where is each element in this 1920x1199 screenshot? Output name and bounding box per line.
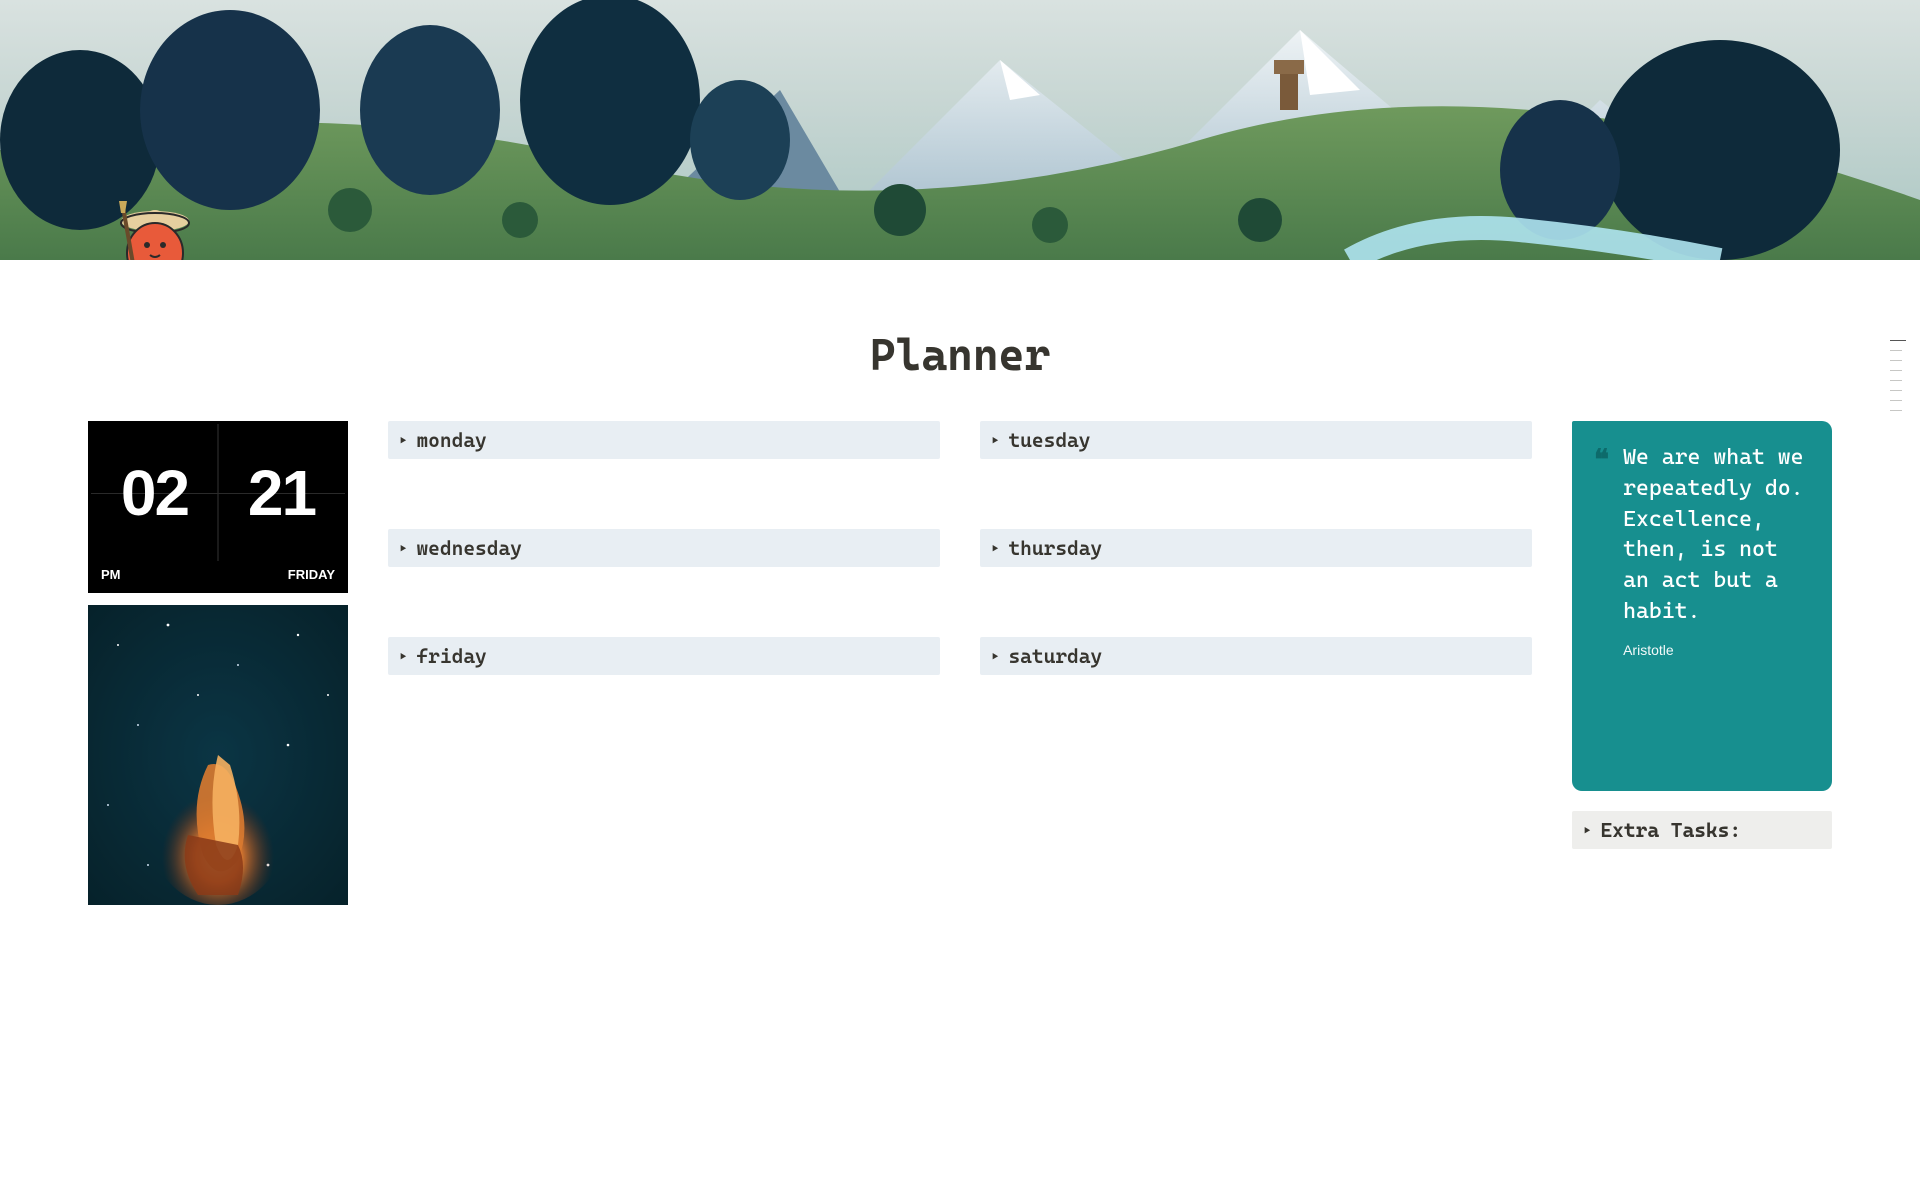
page-title: Planner (0, 330, 1920, 381)
outline-item[interactable] (1890, 390, 1902, 391)
page-icon[interactable] (105, 195, 205, 260)
triangle-right-icon: ▶ (400, 650, 406, 663)
triangle-right-icon: ▶ (1584, 824, 1590, 837)
toggle-label: friday (416, 644, 486, 668)
quote-text: We are what we repeatedly do. Excellence… (1623, 445, 1803, 624)
toggle-label: monday (416, 428, 486, 452)
triangle-right-icon: ▶ (992, 434, 998, 447)
toggle-label: thursday (1008, 536, 1102, 560)
clock-minutes: 21 (218, 424, 345, 561)
toggle-saturday[interactable]: ▶ saturday (980, 637, 1532, 675)
outline-item[interactable] (1890, 370, 1902, 371)
quote-author: Aristotle (1623, 642, 1810, 658)
triangle-right-icon: ▶ (400, 434, 406, 447)
triangle-right-icon: ▶ (400, 542, 406, 555)
outline-item[interactable] (1890, 400, 1902, 401)
clock-ampm: PM (101, 567, 121, 582)
outline-item[interactable] (1890, 340, 1906, 341)
clock-day: FRIDAY (288, 567, 335, 582)
quote-card: ❝ We are what we repeatedly do. Excellen… (1572, 421, 1832, 791)
toggle-label: wednesday (416, 536, 521, 560)
outline-minimap[interactable] (1890, 340, 1906, 411)
toggle-monday[interactable]: ▶ monday (388, 421, 940, 459)
toggle-thursday[interactable]: ▶ thursday (980, 529, 1532, 567)
quote-icon: ❝ (1594, 443, 1609, 477)
triangle-right-icon: ▶ (992, 542, 998, 555)
cover-image (0, 0, 1920, 260)
nebula-image-widget (88, 605, 348, 905)
outline-item[interactable] (1890, 350, 1902, 351)
toggle-label: Extra Tasks: (1600, 818, 1741, 842)
triangle-right-icon: ▶ (992, 650, 998, 663)
outline-item[interactable] (1890, 380, 1902, 381)
outline-item[interactable] (1890, 360, 1902, 361)
clock-widget: 02 21 PM FRIDAY (88, 421, 348, 593)
toggle-label: saturday (1008, 644, 1102, 668)
toggle-extra-tasks[interactable]: ▶ Extra Tasks: (1572, 811, 1832, 849)
clock-hours: 02 (91, 424, 218, 561)
toggle-wednesday[interactable]: ▶ wednesday (388, 529, 940, 567)
toggle-tuesday[interactable]: ▶ tuesday (980, 421, 1532, 459)
outline-item[interactable] (1890, 410, 1902, 411)
toggle-label: tuesday (1008, 428, 1090, 452)
toggle-friday[interactable]: ▶ friday (388, 637, 940, 675)
